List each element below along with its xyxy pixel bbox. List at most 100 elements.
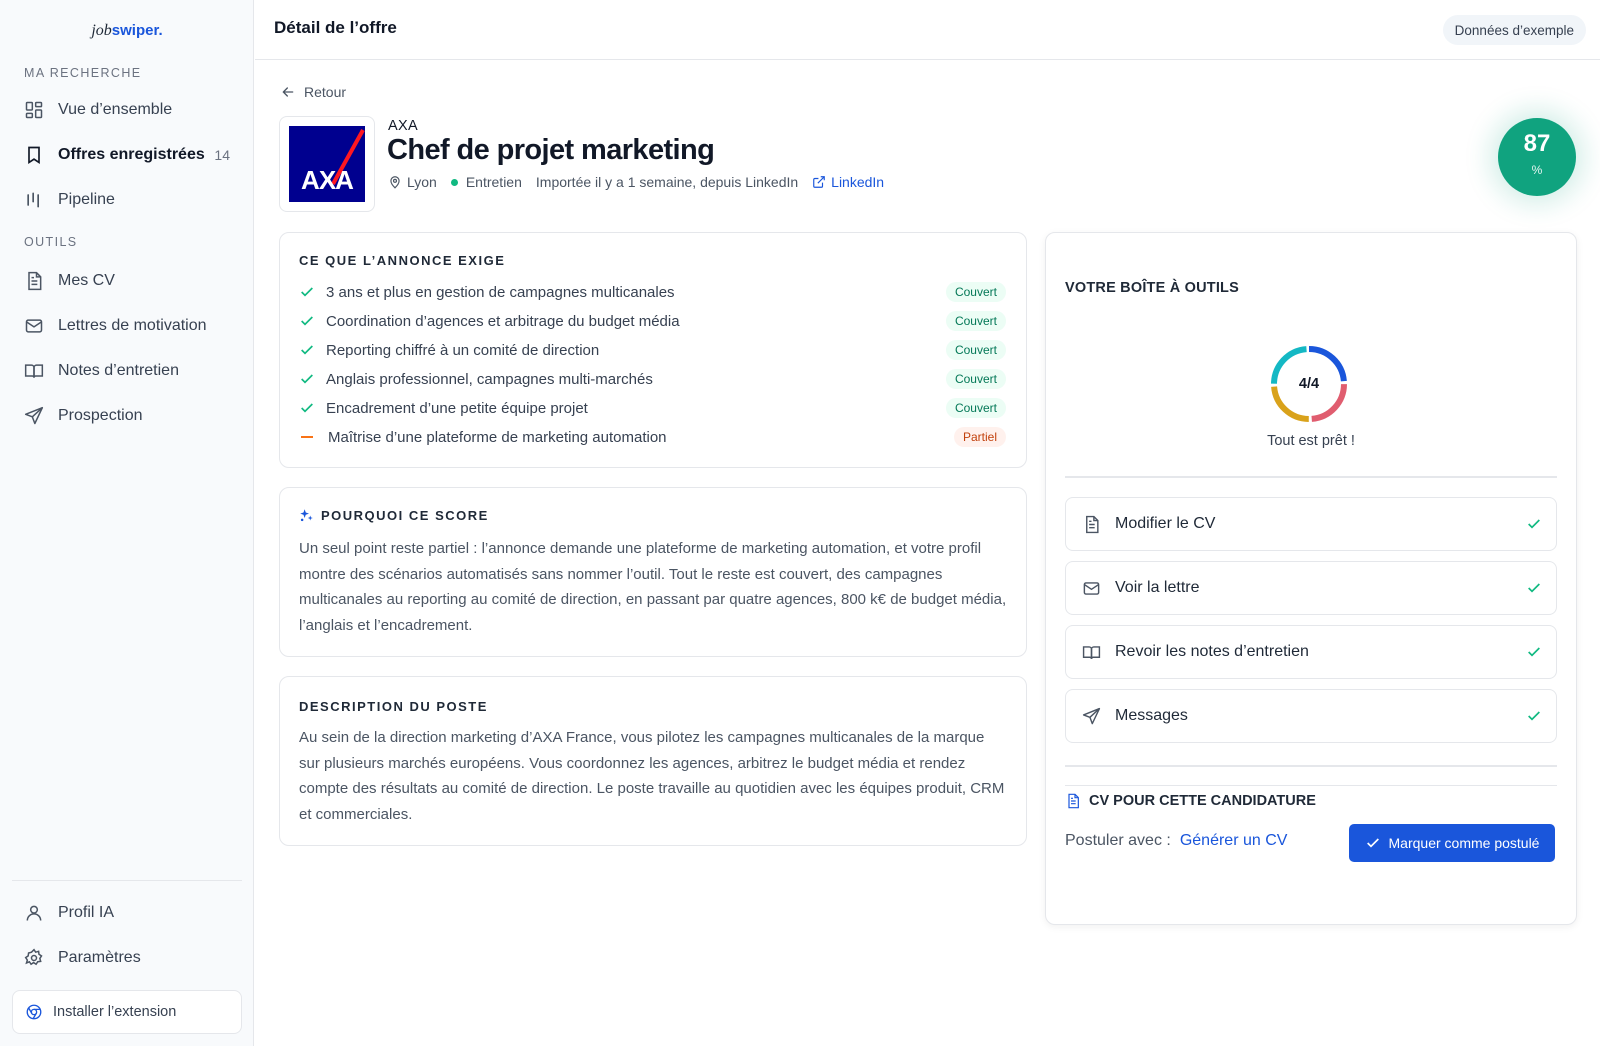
- mark-applied-button[interactable]: Marquer comme postulé: [1349, 824, 1555, 862]
- install-extension-label: Installer l’extension: [53, 1004, 177, 1020]
- sample-data-badge: Données d’exemple: [1442, 15, 1586, 45]
- offer-meta: Lyon Entretien Importée il y a 1 semaine…: [388, 174, 884, 190]
- sidebar-item-label: Lettres de motivation: [58, 317, 207, 334]
- status-dot: [450, 178, 458, 186]
- back-link[interactable]: Retour: [280, 84, 346, 100]
- divider: [1065, 476, 1557, 478]
- axa-logo: AXA: [289, 126, 365, 202]
- sidebar-item-label: Profil IA: [58, 904, 115, 921]
- requirement-row: Maîtrise d’une plateforme de marketing a…: [299, 425, 1006, 449]
- document-icon: [1068, 793, 1079, 809]
- requirement-row: Reporting chiffré à un comité de directi…: [299, 338, 1006, 362]
- check-icon: [301, 403, 313, 413]
- offer-status: Entretien: [465, 174, 522, 190]
- requirements-label: CE QUE L’ANNONCE EXIGE: [299, 253, 506, 268]
- linkedin-link[interactable]: LinkedIn: [812, 174, 884, 190]
- section-label-search: MA RECHERCHE: [24, 66, 142, 80]
- sidebar-item-overview[interactable]: Vue d’ensemble: [12, 92, 242, 128]
- check-icon: [301, 345, 313, 355]
- why-score-text: Un seul point reste partiel : l’annonce …: [299, 540, 1007, 634]
- edit-cv-button[interactable]: Modifier le CV: [1065, 497, 1557, 551]
- why-score-card: POURQUOI CE SCORE Un seul point reste pa…: [279, 487, 1027, 657]
- book-icon: [1082, 645, 1101, 659]
- partial-dash-icon: [301, 436, 313, 438]
- company-logo: AXA: [279, 116, 375, 212]
- toolbox-title: VOTRE BOÎTE À OUTILS: [1065, 280, 1239, 296]
- sidebar-item-label: Paramètres: [58, 949, 141, 966]
- match-score: 87 %: [1498, 118, 1576, 196]
- tool-label: Voir la lettre: [1115, 579, 1200, 596]
- tool-label: Modifier le CV: [1115, 515, 1216, 532]
- job-title: Chef de projet marketing: [387, 134, 715, 166]
- status-badge: Couvert: [945, 398, 1006, 418]
- sidebar-item-interview-notes[interactable]: Notes d’entretien: [12, 353, 242, 389]
- document-icon: [28, 271, 42, 291]
- check-icon: [1528, 583, 1540, 593]
- apply-with-label: Postuler avec :: [1065, 832, 1171, 849]
- page-title: Détail de l’offre: [274, 18, 397, 37]
- match-score-value: 87: [1523, 130, 1551, 157]
- axa-logo-text: AXA: [301, 165, 354, 195]
- requirement-row: Encadrement d’une petite équipe projet C…: [299, 396, 1006, 420]
- back-label: Retour: [304, 84, 347, 100]
- why-score-label: POURQUOI CE SCORE: [321, 508, 489, 523]
- progress-count: 4/4: [1298, 376, 1320, 392]
- send-icon: [24, 406, 44, 425]
- install-extension-button[interactable]: Installer l’extension: [12, 990, 242, 1034]
- arrow-left-icon: [282, 87, 294, 97]
- chrome-icon: [26, 1004, 42, 1020]
- sidebar-item-my-cvs[interactable]: Mes CV: [12, 263, 242, 299]
- check-icon: [1366, 838, 1379, 848]
- tool-label: Messages: [1115, 707, 1188, 724]
- generate-cv-link[interactable]: Générer un CV: [1180, 832, 1288, 850]
- pipeline-icon: [27, 192, 40, 208]
- top-header: Détail de l’offre Données d’exemple: [255, 0, 1600, 60]
- requirement-row: Anglais professionnel, campagnes multi-m…: [299, 367, 1006, 391]
- cv-section-title: CV POUR CETTE CANDIDATURE: [1065, 793, 1316, 809]
- status-badge: Couvert: [945, 311, 1006, 331]
- apply-with-row: Postuler avec : Générer un CV: [1065, 832, 1287, 850]
- check-icon: [301, 287, 313, 297]
- status-badge: Partiel: [953, 427, 1006, 447]
- status-badge: Couvert: [945, 340, 1006, 360]
- check-icon: [301, 316, 313, 326]
- sidebar-item-label: Vue d’ensemble: [58, 101, 173, 118]
- sidebar-item-pipeline[interactable]: Pipeline: [12, 182, 242, 218]
- sidebar-divider: [12, 880, 242, 881]
- match-score-unit: %: [1531, 163, 1543, 177]
- check-icon: [1528, 647, 1540, 657]
- sidebar-item-ai-profile[interactable]: Profil IA: [12, 895, 242, 931]
- offer-imported: Importée il y a 1 semaine, depuis Linked…: [535, 174, 799, 190]
- sidebar-item-cover-letters[interactable]: Lettres de motivation: [12, 308, 242, 344]
- section-label-tools: OUTILS: [24, 235, 78, 249]
- toolbox-panel: VOTRE BOÎTE À OUTILS 4/4 Tout est prêt !…: [1045, 232, 1577, 925]
- review-notes-button[interactable]: Revoir les notes d’entretien: [1065, 625, 1557, 679]
- sidebar-item-label: Prospection: [58, 407, 143, 424]
- check-icon: [1528, 711, 1540, 721]
- sidebar-item-prospection[interactable]: Prospection: [12, 398, 242, 434]
- app-logo[interactable]: jobswiper.: [0, 22, 254, 40]
- description-text: Au sein de la direction marketing d’AXA …: [299, 729, 1005, 823]
- saved-offers-count: 14: [214, 147, 230, 163]
- book-icon: [24, 364, 44, 378]
- mail-icon: [25, 319, 43, 333]
- external-link-icon: [813, 176, 825, 188]
- sidebar: jobswiper. MA RECHERCHE Vue d’ensemble O…: [0, 0, 254, 1046]
- send-icon: [1082, 707, 1101, 724]
- divider: [1065, 785, 1557, 786]
- status-badge: Couvert: [945, 369, 1006, 389]
- view-letter-button[interactable]: Voir la lettre: [1065, 561, 1557, 615]
- offer-location: Lyon: [407, 174, 437, 190]
- sidebar-item-label: Offres enregistrées: [58, 146, 205, 163]
- description-card: DESCRIPTION DU POSTE Au sein de la direc…: [279, 676, 1027, 846]
- check-icon: [1528, 519, 1540, 529]
- messages-button[interactable]: Messages: [1065, 689, 1557, 743]
- sidebar-item-settings[interactable]: Paramètres: [12, 940, 242, 976]
- sidebar-item-saved-offers[interactable]: Offres enregistrées 14: [12, 137, 242, 173]
- document-icon: [1086, 515, 1099, 533]
- sidebar-item-label: Pipeline: [58, 191, 115, 208]
- status-badge: Couvert: [945, 282, 1006, 302]
- requirements-card: CE QUE L’ANNONCE EXIGE 3 ans et plus en …: [279, 232, 1027, 468]
- sidebar-item-label: Notes d’entretien: [58, 362, 179, 379]
- description-label: DESCRIPTION DU POSTE: [299, 699, 488, 714]
